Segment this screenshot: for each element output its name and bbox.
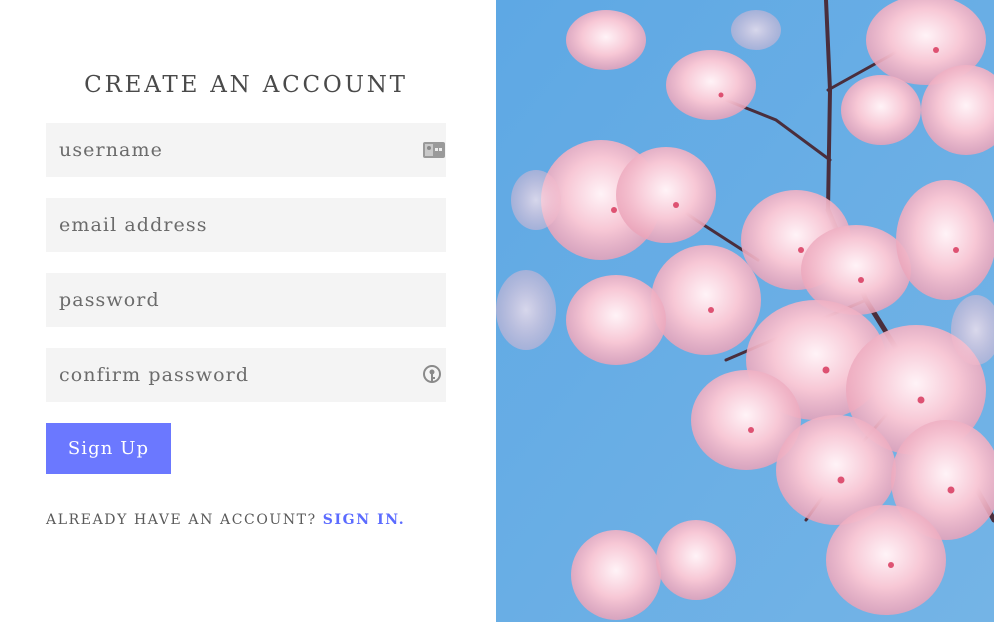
password-field[interactable] xyxy=(46,273,446,327)
email-input[interactable] xyxy=(46,198,446,252)
sign-up-button[interactable]: Sign Up xyxy=(46,423,171,474)
email-field[interactable] xyxy=(46,198,446,252)
page-title: CREATE AN ACCOUNT xyxy=(84,72,408,98)
sign-in-link[interactable]: SIGN IN. xyxy=(323,512,405,528)
confirm-password-field[interactable] xyxy=(46,348,446,402)
signup-form-panel: CREATE AN ACCOUNT Si xyxy=(0,0,494,622)
username-input[interactable] xyxy=(46,123,446,177)
contact-card-icon[interactable] xyxy=(422,139,445,161)
username-field[interactable] xyxy=(46,123,446,177)
password-key-icon[interactable] xyxy=(422,364,444,386)
signin-prompt-text: ALREADY HAVE AN ACCOUNT? xyxy=(46,512,317,528)
cherry-blossom-image xyxy=(496,0,994,622)
cherry-blossom-photo xyxy=(496,0,994,622)
confirm-password-input[interactable] xyxy=(46,348,446,402)
signin-prompt-line: ALREADY HAVE AN ACCOUNT? SIGN IN. xyxy=(46,512,405,528)
password-input[interactable] xyxy=(46,273,446,327)
